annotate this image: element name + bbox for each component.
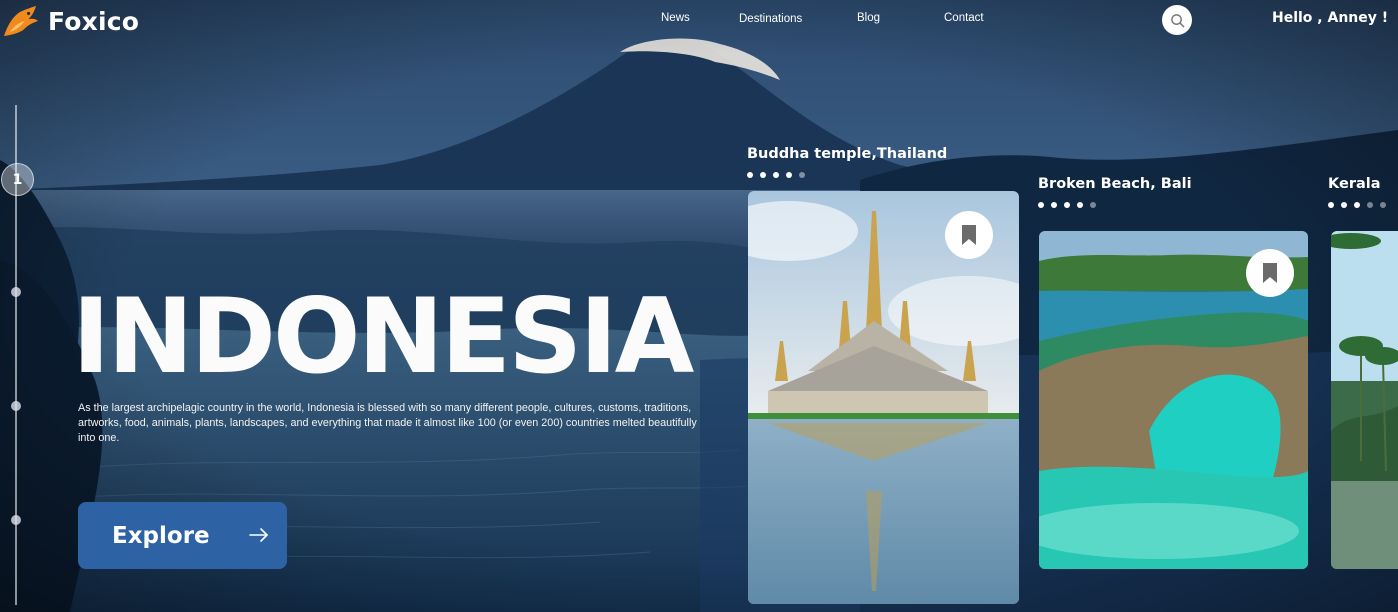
destination-card: Kerala [1328,176,1386,208]
fox-logo-icon [4,5,38,37]
pager-active-slide[interactable]: 1 [1,163,34,196]
explore-button[interactable]: Explore [78,502,287,569]
bookmark-icon [1263,263,1277,283]
pager-dot[interactable] [11,515,21,525]
nav-contact[interactable]: Contact [944,12,984,24]
destination-title: Broken Beach, Bali [1038,176,1192,192]
kerala-photo [1331,231,1398,569]
bookmark-button[interactable] [945,211,993,259]
logo[interactable]: Foxico [2,4,139,38]
destination-card: Broken Beach, Bali [1038,176,1192,208]
destination-image-kerala[interactable] [1331,231,1398,569]
arrow-right-icon [249,528,268,542]
bookmark-button[interactable] [1246,249,1294,297]
nav-destinations[interactable]: Destinations [739,13,802,25]
nav-blog[interactable]: Blog [857,12,880,24]
rating-dots [747,172,947,178]
hero-description: As the largest archipelagic country in t… [78,402,697,444]
destination-title: Buddha temple,Thailand [747,146,948,162]
rating-dots [1038,202,1192,208]
destination-card: Buddha temple,Thailand [747,146,947,178]
destination-title: Kerala [1328,176,1381,192]
search-button[interactable] [1162,5,1192,35]
user-greeting[interactable]: Hello , Anney ! [1272,10,1388,26]
hero-title: INDONESIA [72,277,694,397]
destination-image-beach[interactable] [1039,231,1308,569]
bookmark-icon [962,225,976,245]
brand-name: Foxico [48,6,140,36]
pager-dot[interactable] [11,287,21,297]
explore-label: Explore [112,522,210,549]
nav-news[interactable]: News [661,12,690,24]
destination-image-temple[interactable] [748,191,1019,604]
pager-dot[interactable] [11,401,21,411]
rating-dots [1328,202,1386,208]
search-icon [1170,13,1184,27]
